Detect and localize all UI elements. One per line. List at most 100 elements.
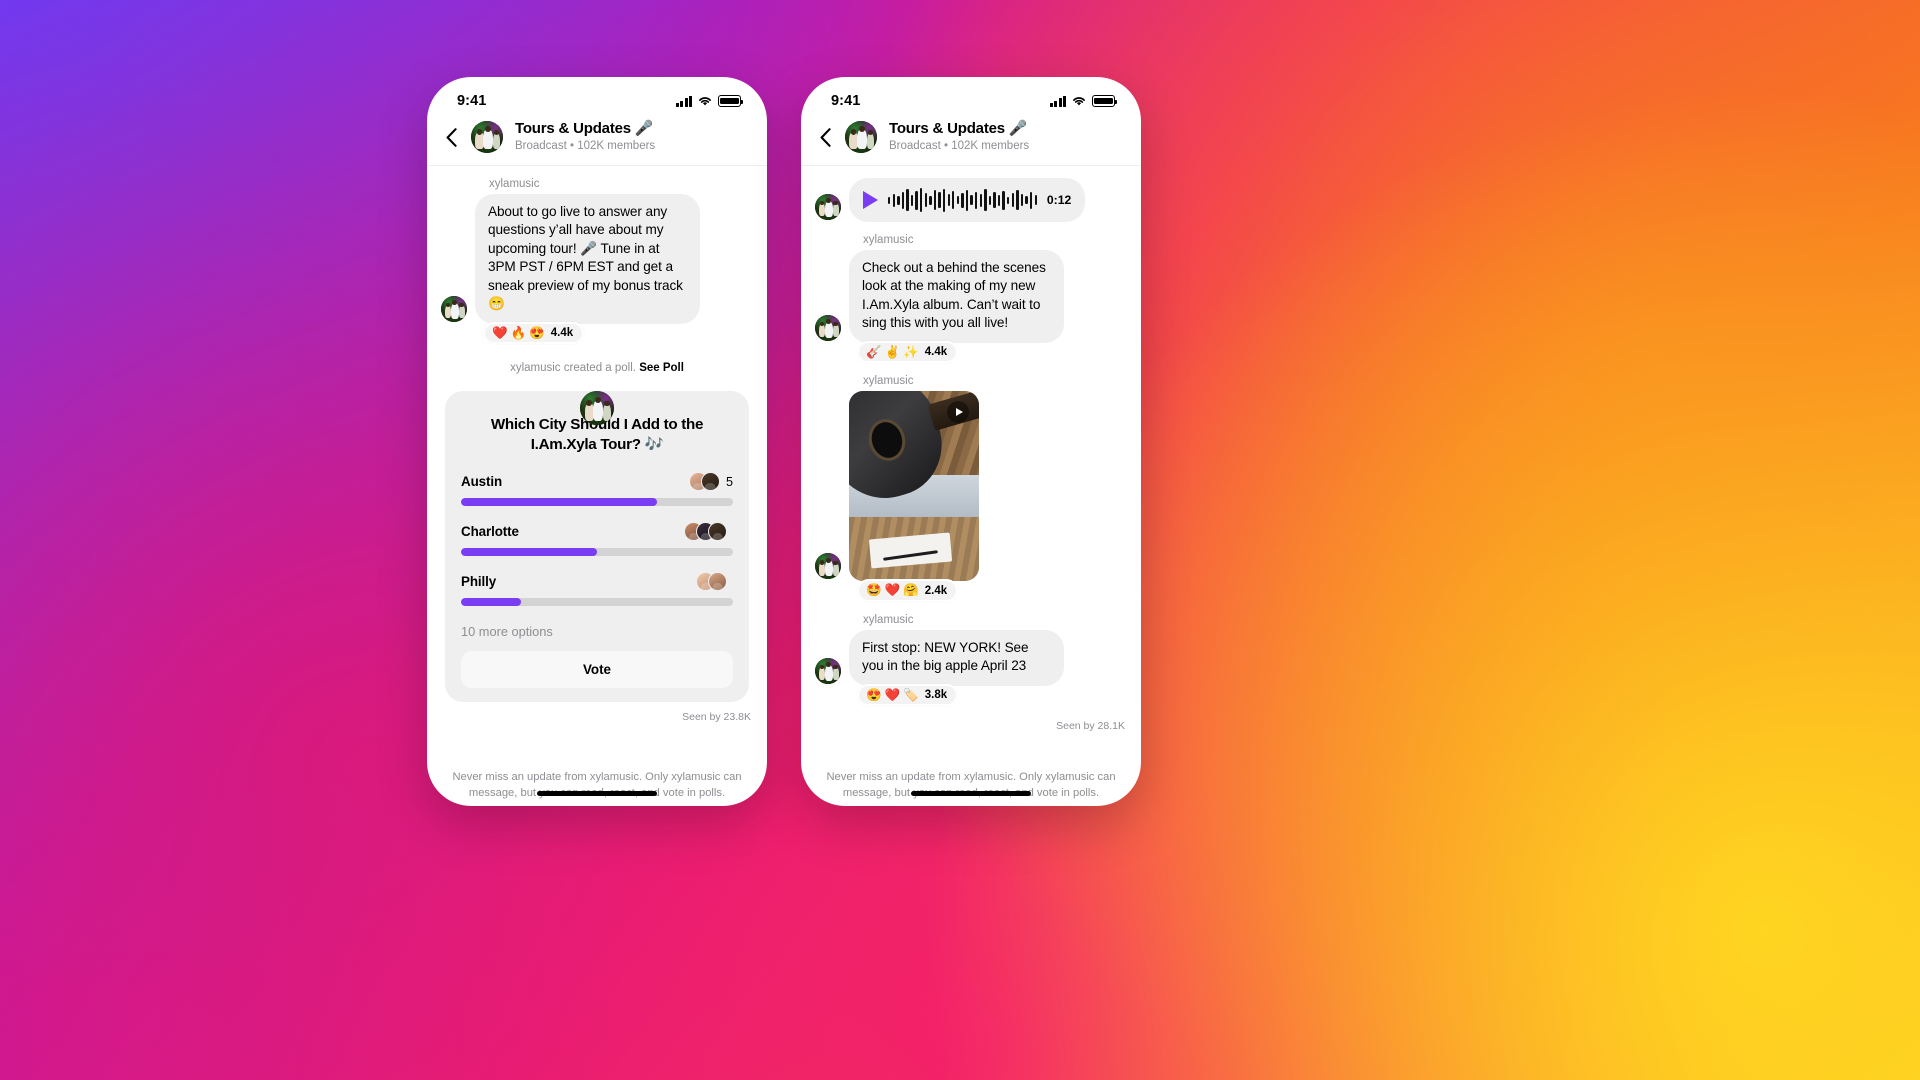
voter-avatar [700,472,720,491]
reaction-count: 4.4k [924,346,948,359]
reaction-emoji: ✌️ [884,344,901,359]
waveform-bar [993,192,996,208]
poll-container: Which City Should I Add to the I.Am.Xyla… [445,391,749,702]
waveform-bar [892,193,895,207]
broadcast-disclaimer: Never miss an update from xylamusic. Onl… [826,770,1116,799]
message-sender: xylamusic [863,375,914,388]
header-avatar[interactable] [845,121,877,153]
header-text-block: Tours & Updates 🎤 Broadcast • 102K membe… [513,120,656,153]
media-attachment[interactable] [849,391,979,582]
media-message-row [815,391,1127,582]
poll-option[interactable]: Charlotte [461,522,733,556]
message-bubble[interactable]: First stop: NEW YORK! See you in the big… [849,629,1064,686]
poll-option-label: Austin [461,474,503,489]
message-avatar[interactable] [815,194,841,220]
chat-title: Tours & Updates 🎤 [515,120,654,138]
home-indicator [911,791,1031,796]
audio-waveform[interactable] [888,188,1037,212]
waveform-bar [952,191,955,209]
status-bar-left: 9:41 [427,77,767,117]
back-button[interactable] [815,124,835,150]
message-bubble[interactable]: About to go live to answer any questions… [475,194,700,324]
poll-option-label: Philly [461,574,497,589]
see-poll-link[interactable]: See Poll [639,362,684,374]
poll-progress-fill [461,548,597,556]
poll-progress-track [461,598,733,606]
chat-body-left[interactable]: xylamusic About to go live to answer any… [427,166,767,801]
poll-author-avatar[interactable] [580,391,614,426]
seen-by-label: Seen by 23.8K [682,711,751,723]
waveform-bar [974,191,978,209]
chat-header-left: Tours & Updates 🎤 Broadcast • 102K membe… [427,117,767,166]
reaction-pill[interactable]: 🤩 ❤️ 🤗 2.4k [857,579,959,602]
poll-voter-avatars [696,572,727,591]
waveform-bar [910,194,914,206]
waveform-bar [1020,194,1024,206]
voice-note-bubble[interactable]: 0:12 [849,178,1086,222]
message-avatar[interactable] [815,314,841,341]
reaction-emoji: 🔥 [510,325,527,340]
poll-option[interactable]: Austin 5 [461,472,733,506]
cellular-signal-icon [675,95,692,107]
waveform-bar [924,193,928,207]
waveform-bar [901,191,905,209]
voter-avatar [708,572,727,591]
message-bubble[interactable]: Check out a behind the scenes look at th… [849,250,1064,343]
poll-option[interactable]: Philly [461,572,733,606]
reaction-pill[interactable]: 😍 ❤️ 🏷️ 3.8k [857,683,959,707]
poll-card: Which City Should I Add to the I.Am.Xyla… [445,391,749,702]
reaction-count: 4.4k [550,327,574,340]
broadcast-disclaimer: Never miss an update from xylamusic. Onl… [452,770,742,799]
waveform-bar [970,195,973,205]
reaction-pill[interactable]: 🎸 ✌️ ✨ 4.4k [857,340,959,364]
status-time: 9:41 [831,93,861,109]
phone-left: 9:41 Tours & Updates 🎤 Broadcast • 102K … [427,77,767,806]
chat-subtitle: Broadcast • 102K members [889,140,1030,153]
waveform-bar [947,194,950,206]
voice-message-row: 0:12 [815,178,1127,222]
wifi-icon [1073,97,1085,106]
back-button[interactable] [441,124,461,150]
message-avatar[interactable] [815,553,841,580]
message-avatar[interactable] [441,295,467,322]
poll-voter-avatars [684,522,727,541]
reaction-count: 3.8k [924,689,948,702]
reaction-emoji: 🎸 [866,344,882,359]
message-avatar[interactable] [815,657,841,684]
status-icons [1049,95,1118,107]
chat-body-right[interactable]: 0:12 xylamusic Check out a behind the sc… [801,166,1141,801]
reaction-emoji: ✨ [903,344,919,359]
waveform-bar [933,190,937,210]
poll-progress-track [461,498,733,506]
reaction-emoji: 🤗 [903,583,919,598]
waveform-bar [888,196,891,204]
waveform-bar [929,195,932,205]
poll-more-options[interactable]: 10 more options [461,622,733,651]
reaction-pill[interactable]: ❤️ 🔥 😍 4.4k [483,321,585,345]
voice-duration: 0:12 [1046,193,1072,207]
vote-button[interactable]: Vote [461,651,733,688]
waveform-bar [1007,196,1010,204]
status-time: 9:41 [457,93,487,109]
reaction-emoji: 😍 [866,687,882,702]
waveform-bar [906,189,909,211]
chat-subtitle: Broadcast • 102K members [515,140,656,153]
poll-progress-fill [461,498,657,506]
header-avatar[interactable] [471,121,503,153]
battery-icon [718,95,744,107]
back-chevron-icon [820,127,831,147]
poll-progress-track [461,548,733,556]
home-indicator [537,791,657,796]
poll-option-label: Charlotte [461,524,519,539]
poll-created-note: xylamusic created a poll. See Poll [441,362,753,374]
reaction-emoji: ❤️ [884,583,901,598]
reaction-emoji: ❤️ [492,325,508,340]
message-row: About to go live to answer any questions… [441,194,753,324]
waveform-bar [920,188,923,212]
wifi-icon [699,97,711,106]
play-icon[interactable] [863,191,878,209]
message-sender: xylamusic [489,178,540,190]
waveform-bar [897,195,900,205]
status-bar-right: 9:41 [801,77,1141,117]
battery-icon [1092,95,1118,107]
